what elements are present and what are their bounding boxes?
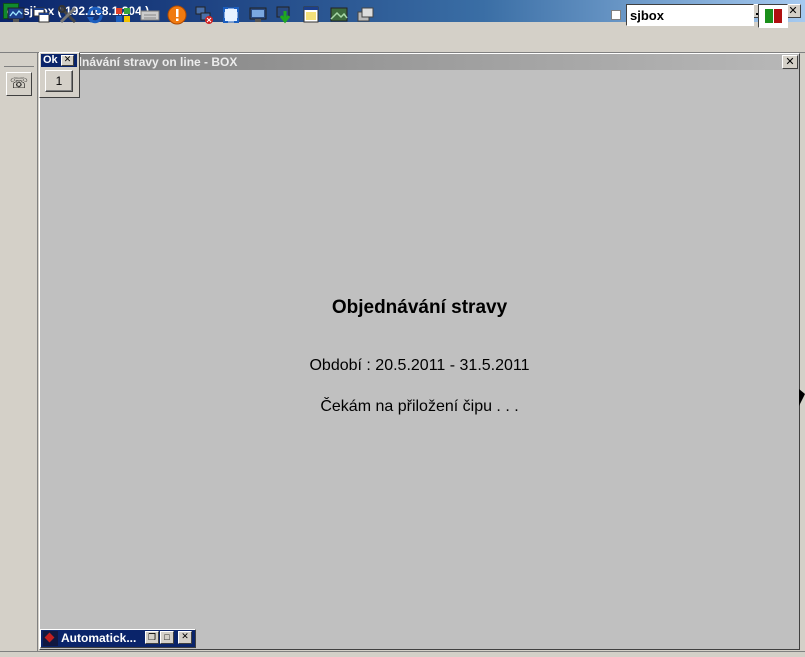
child-window-title: ednávání stravy on line - BOX (68, 55, 238, 69)
minimized-window-label: Automatick... (61, 631, 137, 645)
child-close-button[interactable]: ✕ (782, 55, 798, 69)
ok-popup-close-button[interactable]: ✕ (61, 55, 74, 66)
phone-icon[interactable]: ☏ (6, 72, 32, 96)
tools-icon[interactable] (57, 4, 79, 26)
left-sidebar (0, 53, 38, 656)
automation-icon (43, 631, 58, 646)
paint-icon[interactable] (301, 4, 323, 26)
windows-icon[interactable] (31, 4, 53, 26)
status-green-bar (765, 9, 773, 23)
download-icon[interactable] (274, 4, 296, 26)
picture-icon[interactable] (328, 4, 350, 26)
sidebar-divider (4, 66, 34, 67)
refresh-icon[interactable] (84, 4, 106, 26)
child-window (39, 53, 800, 650)
display-icon[interactable] (247, 4, 269, 26)
status-text: Čekám na přiložení čipu . . . (320, 398, 519, 415)
windows-logo-icon[interactable] (112, 4, 134, 26)
minimized-maximize-button[interactable]: □ (160, 631, 174, 644)
status-indicator[interactable] (758, 4, 788, 28)
minimized-restore-button[interactable]: ❐ (145, 631, 159, 644)
status-strip (0, 651, 805, 657)
host-checkbox[interactable] (611, 10, 621, 20)
keyboard-icon[interactable] (139, 4, 161, 26)
warning-icon[interactable] (166, 4, 188, 26)
minimized-close-button[interactable]: ✕ (178, 631, 192, 644)
ok-popup-title: Ok (43, 54, 58, 66)
network-close-icon[interactable] (193, 4, 215, 26)
status-red-bar (774, 9, 782, 23)
ok-popup-button[interactable]: 1 (45, 70, 73, 92)
toolbar (0, 22, 805, 53)
mouse-cursor-icon (799, 389, 805, 406)
fullscreen-icon[interactable] (220, 4, 242, 26)
windows-stack-icon[interactable] (355, 4, 377, 26)
host-field[interactable]: sjbox (626, 4, 754, 26)
period-text: Období : 20.5.2011 - 31.5.2011 (309, 357, 530, 374)
page-heading: Objednávání stravy (331, 297, 508, 318)
monitor-icon[interactable] (5, 4, 27, 26)
